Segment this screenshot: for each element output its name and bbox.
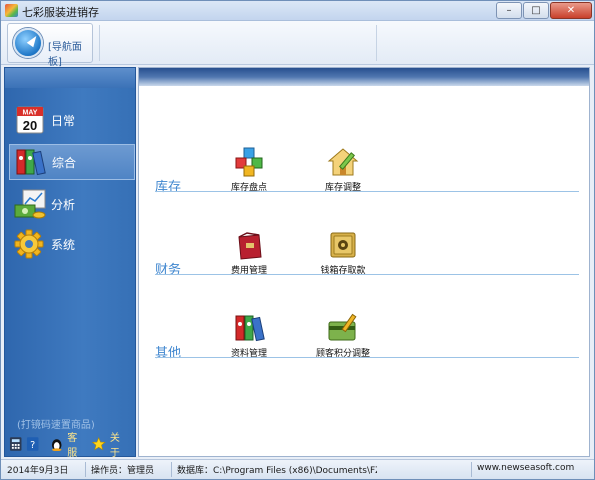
minimize-button[interactable]: – [496,2,522,19]
window-title: 七彩服装进销存 [22,6,99,19]
gear-icon [14,229,44,259]
calendar-icon: MAY 20 [16,106,44,134]
red-bag-icon [238,232,262,260]
toolbar-divider [376,25,377,61]
close-button[interactable]: ✕ [550,2,592,19]
app-window: 七彩服装进销存 – □ ✕ [导航面板] MAY 20 日常 综合 分析 系统 … [0,0,595,480]
toolbar-divider [99,25,100,61]
main-panel: 库存 库存盘点 库存调整 财务 费用管理 钱箱存取款 其他 资料管理 顾客积分调… [138,67,590,457]
tile-label: 资料管理 [230,349,267,359]
sidebar-footer: ? 客服 关于 [5,429,135,459]
tile-label: 顾客积分调整 [315,349,370,359]
status-divider [85,462,86,477]
sidebar: MAY 20 日常 综合 分析 系统 (打镜码速置商品) ? 客服 关于 [4,67,136,459]
sidebar-item-system[interactable]: 系统 [9,226,135,262]
section-label-finance: 财务 [155,263,182,278]
maximize-button[interactable]: □ [523,2,549,19]
calendar-day: 20 [23,118,37,133]
status-date: 2014年9月3日 [7,466,69,476]
calendar-month: MAY [23,110,38,117]
sidebar-item-label: 分析 [51,197,76,212]
section-label-other: 其他 [155,346,182,361]
chart-money-icon [14,189,46,219]
status-divider [171,462,172,477]
status-bar: 2014年9月3日 操作员：管理员 数据库：C:\Program Files (… [1,459,594,479]
tile-label: 费用管理 [230,266,267,276]
title-bar: 七彩服装进销存 – □ ✕ [1,1,594,21]
binders-icon [16,149,46,176]
tile-label: 库存调整 [324,183,361,193]
safe-icon [330,232,356,258]
svg-text:?: ? [31,440,36,451]
binders-icon [235,315,265,342]
sidebar-header [5,68,135,88]
tile-label: 钱箱存取款 [320,266,366,276]
sidebar-item-label: 综合 [52,155,77,170]
window-controls: – □ ✕ [495,2,592,19]
status-website[interactable]: www.newseasoft.com [477,463,589,473]
toolbar: [导航面板] [1,21,594,68]
star-icon[interactable] [92,437,106,451]
calculator-icon[interactable] [9,437,22,451]
help-icon[interactable]: ? [26,437,39,451]
sidebar-item-label: 日常 [51,113,76,128]
tile-label: 库存盘点 [230,183,267,193]
tile-customer-points[interactable]: 顾客积分调整 [303,312,383,362]
tile-inventory-count[interactable]: 库存盘点 [209,146,289,196]
sidebar-item-label: 系统 [51,237,76,252]
status-operator: 操作员：管理员 [91,466,155,476]
tile-cashbox[interactable]: 钱箱存取款 [303,229,383,279]
nav-panel-button[interactable]: [导航面板] [7,23,93,68]
sidebar-item-daily[interactable]: MAY 20 日常 [9,102,135,138]
cubes-icon [235,147,263,177]
compass-icon [13,28,43,58]
about-link[interactable]: 关于 [110,429,129,459]
penguin-support-icon[interactable] [50,437,63,451]
app-logo-icon [5,4,18,17]
house-pencil-icon [327,148,359,176]
sidebar-item-analysis[interactable]: 分析 [9,186,135,222]
sidebar-item-general[interactable]: 综合 [9,144,135,180]
tile-data-management[interactable]: 资料管理 [209,312,289,362]
tile-inventory-adjust[interactable]: 库存调整 [303,146,383,196]
card-pen-icon [328,313,357,341]
status-database: 数据库：C:\Program Files (x86)\Documents\FZ_… [177,466,377,476]
status-divider [471,462,472,477]
main-panel-header [139,68,589,86]
nav-panel-label: [导航面板] [48,42,82,68]
section-label-inventory: 库存 [155,180,182,195]
support-link[interactable]: 客服 [67,429,86,459]
tile-expense-management[interactable]: 费用管理 [209,229,289,279]
